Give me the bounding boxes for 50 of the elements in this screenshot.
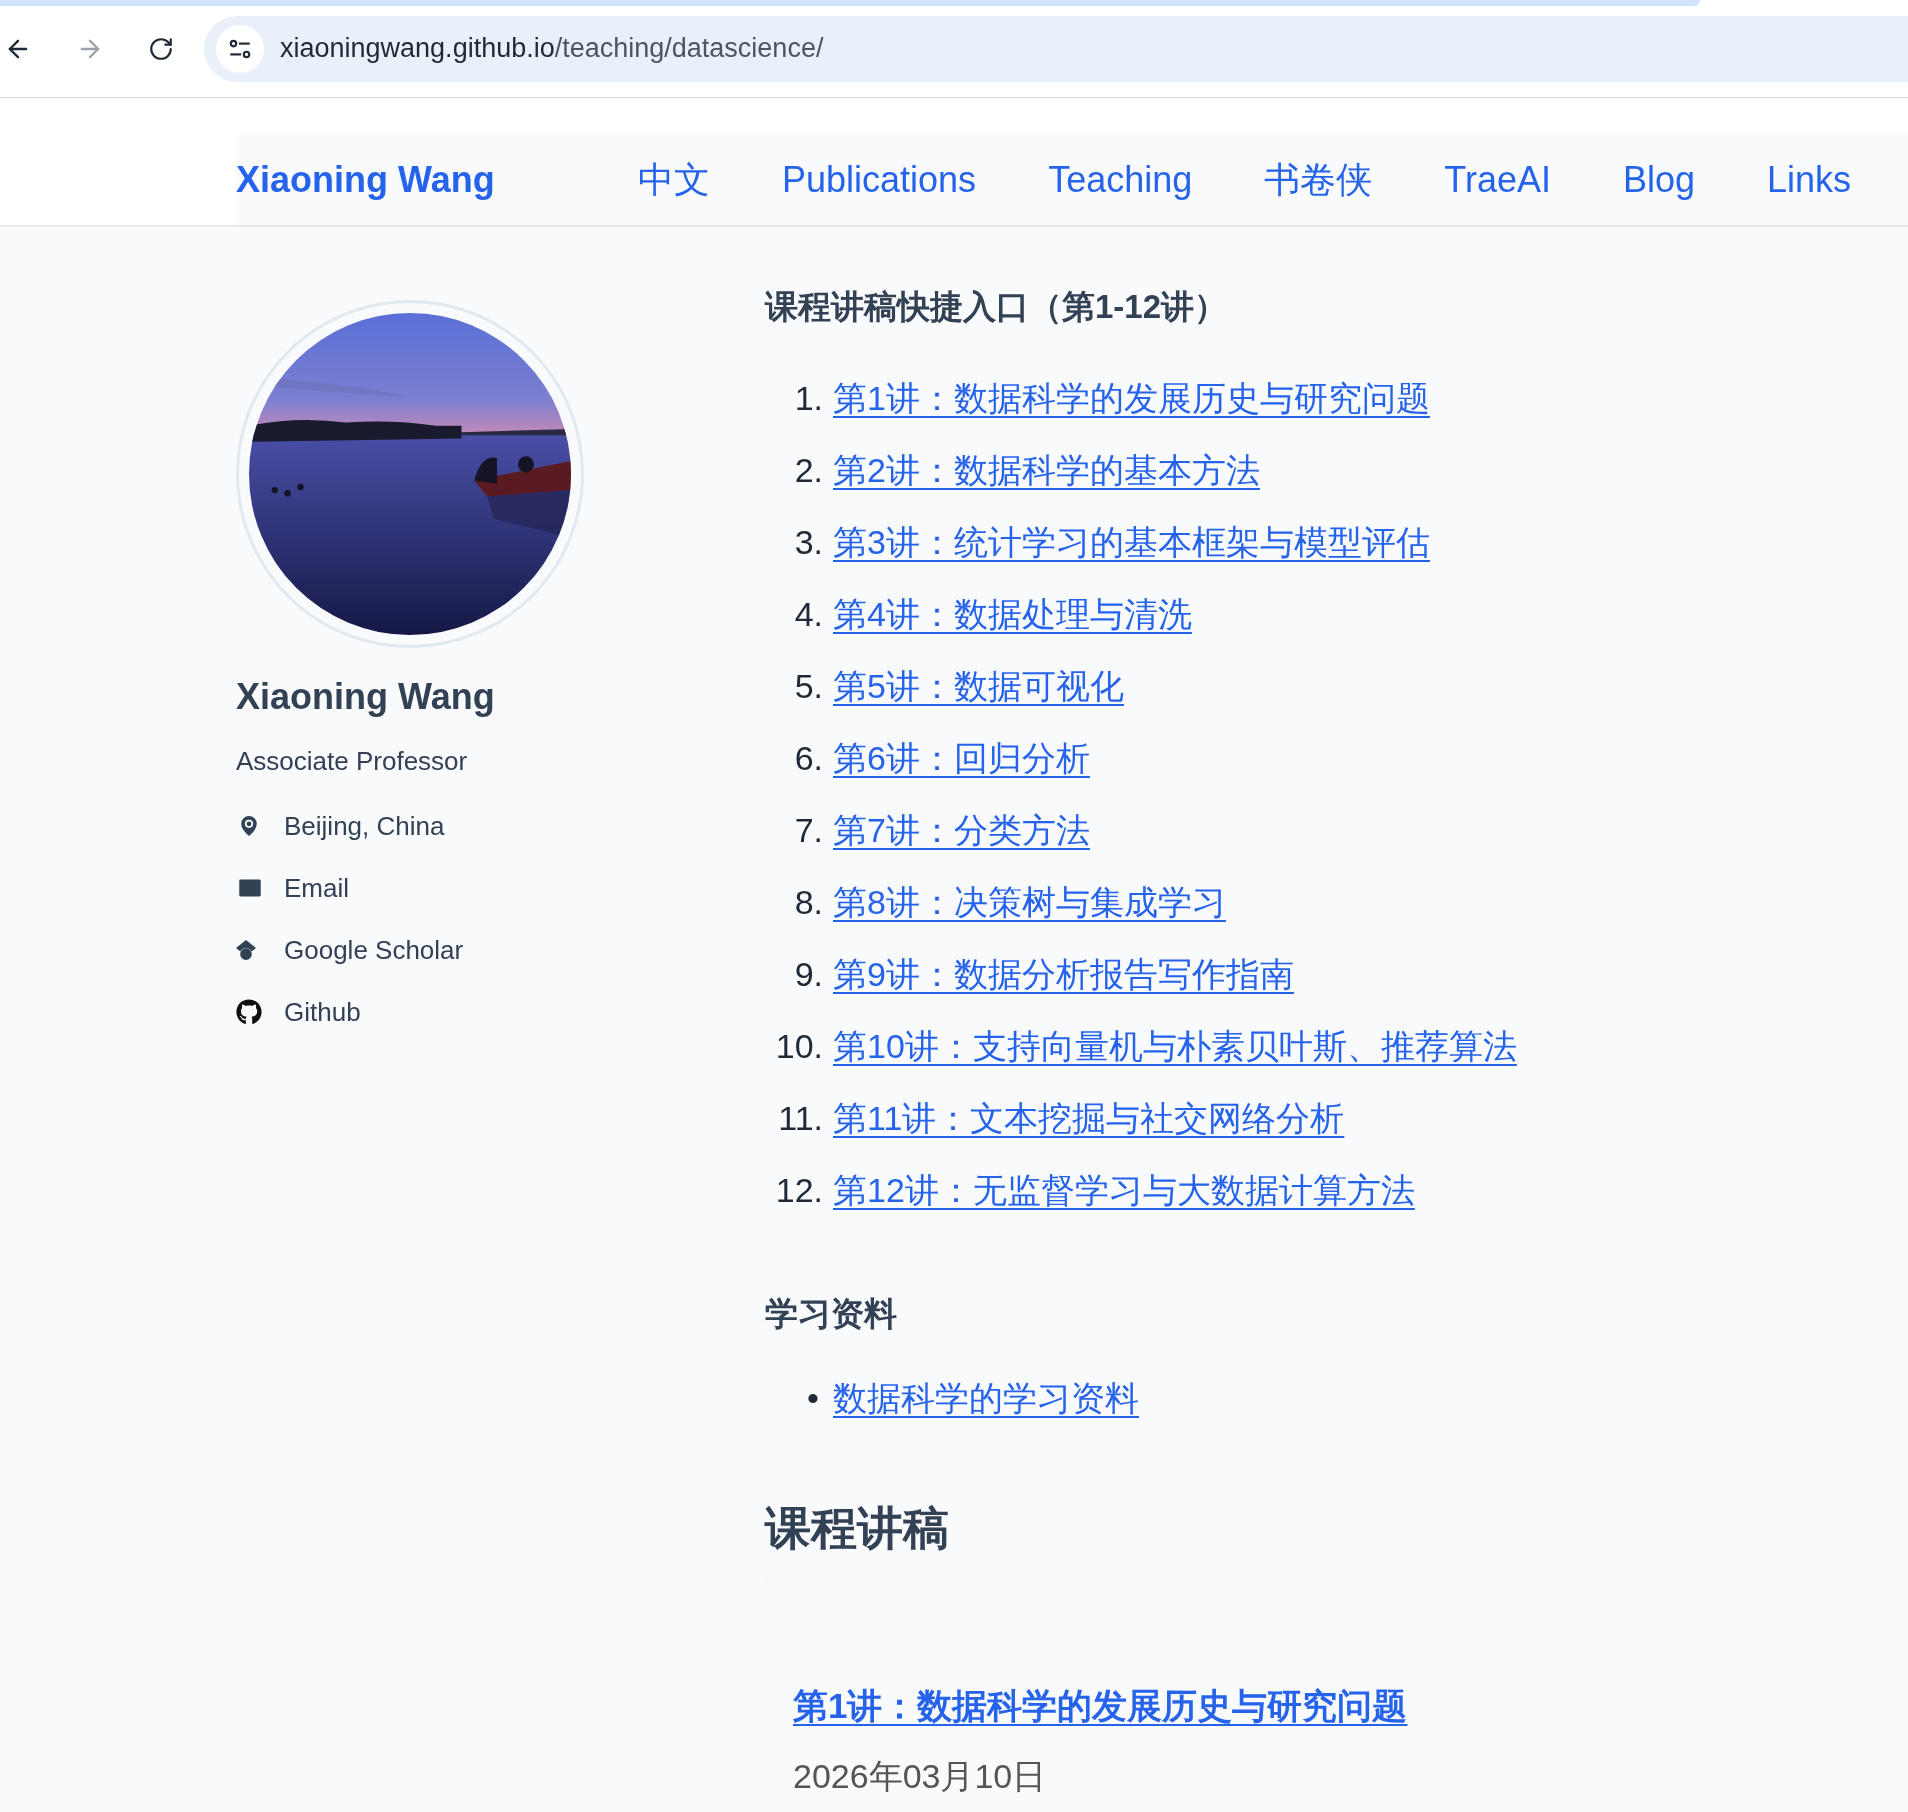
lecture-link[interactable]: 第1讲：数据科学的发展历史与研究问题: [833, 372, 1430, 424]
lecture-link[interactable]: 第4讲：数据处理与清洗: [833, 588, 1192, 640]
lecture-link[interactable]: 第7讲：分类方法: [833, 804, 1090, 856]
list-number: 9.: [793, 953, 824, 995]
bullet: •: [806, 1377, 820, 1419]
post-title-link[interactable]: 第1讲：数据科学的发展历史与研究问题: [793, 1686, 1408, 1725]
nav-link[interactable]: 书卷侠: [1264, 153, 1373, 207]
nav-link[interactable]: Teaching: [1048, 153, 1193, 207]
lecture-link[interactable]: 第10讲：支持向量机与朴素贝叶斯、推荐算法: [833, 1020, 1517, 1072]
nav-link[interactable]: Publications: [782, 153, 977, 207]
profile-link[interactable]: Google Scholar: [284, 930, 464, 970]
nav-link[interactable]: 中文: [638, 153, 710, 207]
lecture-link[interactable]: 第2讲：数据科学的基本方法: [833, 444, 1260, 496]
list-number: 3.: [793, 521, 824, 563]
lecture-link[interactable]: 第8讲：决策树与集成学习: [833, 876, 1226, 928]
github-icon: [236, 999, 262, 1025]
section-heading: 学习资料: [765, 1294, 898, 1335]
list-number: 8.: [793, 881, 824, 923]
post-date: 2026年03月10日: [793, 1755, 1048, 1797]
profile-link[interactable]: Beijing, China: [284, 806, 445, 846]
profile-link[interactable]: Github: [284, 992, 361, 1032]
lecture-link[interactable]: 第12讲：无监督学习与大数据计算方法: [833, 1164, 1415, 1216]
lecture-link[interactable]: 第5讲：数据可视化: [833, 660, 1124, 712]
list-number: 10.: [774, 1025, 824, 1067]
list-number: 2.: [793, 449, 824, 491]
site-brand-link[interactable]: Xiaoning Wang: [236, 153, 638, 207]
address-bar[interactable]: xiaoningwang.github.io/teaching/datascience/: [204, 15, 1908, 82]
list-number: 11.: [777, 1097, 824, 1139]
lecture-link[interactable]: 第9讲：数据分析报告写作指南: [833, 948, 1294, 1000]
nav-link[interactable]: Links: [1767, 153, 1852, 207]
page-heading: 课程讲稿: [765, 1500, 950, 1556]
list-number: 5.: [793, 665, 824, 707]
nav-link[interactable]: Blog: [1622, 153, 1695, 207]
profile-link[interactable]: Email: [284, 868, 349, 908]
section-heading: 课程讲稿快捷入口（第1-12讲）: [765, 287, 1229, 328]
profile-title: Associate Professor: [236, 745, 469, 778]
list-number: 6.: [793, 737, 824, 779]
reload-icon[interactable]: [148, 35, 174, 62]
lecture-link[interactable]: 第3讲：统计学习的基本框架与模型评估: [833, 516, 1430, 568]
materials-link[interactable]: 数据科学的学习资料: [833, 1372, 1139, 1424]
list-number: 12.: [774, 1169, 824, 1211]
profile-name: Xiaoning Wang: [236, 675, 496, 719]
list-number: 4.: [793, 593, 824, 635]
lecture-link[interactable]: 第11讲：文本挖掘与社交网络分析: [833, 1092, 1345, 1144]
scholar-icon: [236, 940, 256, 960]
nav-link[interactable]: TraeAI: [1444, 153, 1551, 207]
url-text: xiaoningwang.github.io/teaching/datascience/: [280, 32, 824, 66]
lecture-link[interactable]: 第6讲：回归分析: [833, 732, 1090, 784]
list-number: 7.: [793, 809, 824, 851]
list-number: 1.: [793, 377, 824, 419]
